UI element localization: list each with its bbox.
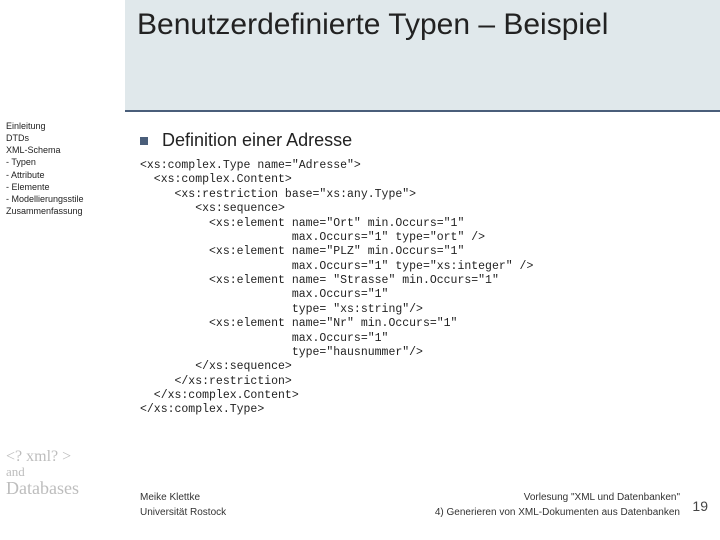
logo-line2: and — [6, 465, 111, 479]
sidebar-item: - Typen — [6, 156, 111, 168]
sidebar-item: Einleitung — [6, 120, 111, 132]
footer-author: Meike Klettke — [140, 492, 200, 503]
logo: <? xml? > and Databases — [6, 449, 111, 498]
logo-line3: Databases — [6, 479, 111, 498]
page-number: 19 — [692, 498, 708, 514]
logo-line1: <? xml? > — [6, 449, 111, 466]
footer: Meike Klettke Vorlesung "XML und Datenba… — [140, 492, 680, 522]
title-band: Benutzerdefinierte Typen – Beispiel — [125, 0, 720, 110]
sidebar-item: DTDs — [6, 132, 111, 144]
sidebar-item: - Modellierungsstile — [6, 193, 111, 205]
bullet-text: Definition einer Adresse — [162, 130, 352, 151]
code-block: <xs:complex.Type name="Adresse"> <xs:com… — [140, 159, 700, 418]
sidebar-item: XML-Schema — [6, 144, 111, 156]
sidebar-item: Zusammenfassung — [6, 205, 111, 217]
footer-affiliation: Universität Rostock — [140, 507, 226, 518]
title-divider — [125, 110, 720, 112]
sidebar-outline: Einleitung DTDs XML-Schema - Typen - Att… — [6, 120, 111, 217]
footer-chapter: 4) Generieren von XML-Dokumenten aus Dat… — [435, 507, 680, 518]
bullet-row: Definition einer Adresse — [140, 130, 700, 151]
slide-title: Benutzerdefinierte Typen – Beispiel — [137, 8, 708, 43]
main-content: Definition einer Adresse <xs:complex.Typ… — [140, 130, 700, 418]
footer-lecture: Vorlesung "XML und Datenbanken" — [524, 492, 680, 503]
sidebar-item: - Attribute — [6, 169, 111, 181]
sidebar-item: - Elemente — [6, 181, 111, 193]
bullet-icon — [140, 137, 148, 145]
